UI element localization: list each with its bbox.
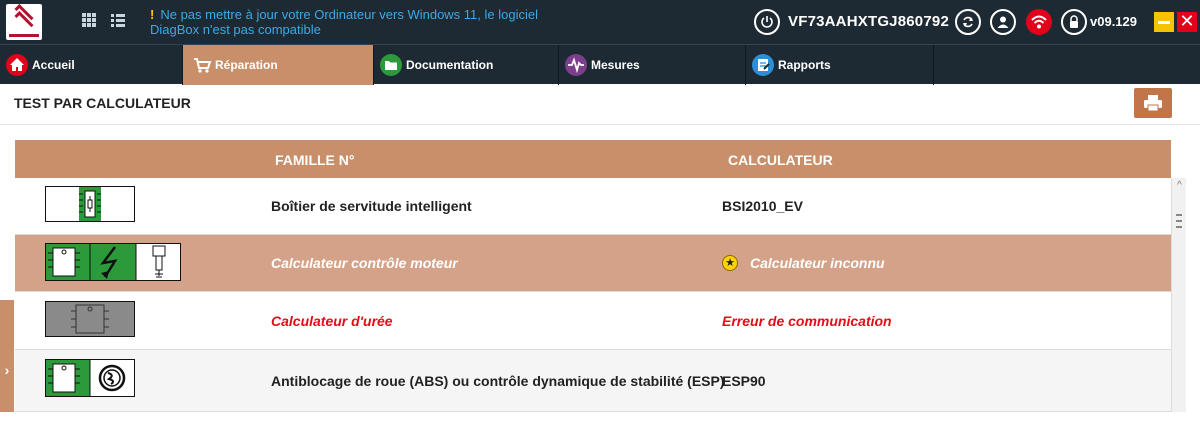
notice-text: Ne pas mettre à jour votre Ordinateur ve… <box>150 7 538 37</box>
tab-reparation[interactable]: Réparation <box>183 45 374 85</box>
tab-mesures[interactable]: Mesures <box>559 45 746 85</box>
user-icon[interactable] <box>990 9 1016 35</box>
waveform-icon <box>565 54 587 76</box>
calculateur-cell: BSI2010_EV <box>722 198 803 214</box>
scroll-up-arrow-icon[interactable]: ^ <box>1172 178 1187 194</box>
column-header-calculateur: CALCULATEUR <box>728 152 833 168</box>
table-row[interactable]: Antiblocage de roue (ABS) ou contrôle dy… <box>15 350 1171 412</box>
table-row[interactable]: Boîtier de servitude intelligent BSI2010… <box>15 178 1171 235</box>
software-version: v09.129 <box>1090 14 1137 29</box>
urea-ecu-icon <box>45 301 135 340</box>
power-icon[interactable] <box>754 9 780 35</box>
lock-icon[interactable] <box>1061 9 1087 35</box>
famille-cell: Calculateur d'urée <box>271 312 393 329</box>
vin-number: VF73AAHXTGJ860792 <box>788 13 949 30</box>
top-bar: ! Ne pas mettre à jour votre Ordinateur v… <box>0 0 1200 44</box>
calculateur-cell: Erreur de communication <box>722 312 892 329</box>
table-scrollbar[interactable]: ^ <box>1171 178 1186 412</box>
home-icon <box>6 54 28 76</box>
main-navigation: Accueil Réparation Documentation Mesures… <box>0 44 1200 85</box>
refresh-icon[interactable] <box>955 9 981 35</box>
table-row[interactable]: Calculateur d'urée Erreur de communicati… <box>15 292 1171 350</box>
grid-icon[interactable] <box>79 12 99 32</box>
minimize-button[interactable] <box>1154 12 1174 32</box>
report-icon <box>752 54 774 76</box>
warning-icon: ! <box>150 7 155 22</box>
printer-icon <box>1144 95 1162 112</box>
tab-accueil[interactable]: Accueil <box>0 45 183 85</box>
cart-icon <box>191 54 213 76</box>
folder-icon <box>380 54 402 76</box>
bsi-icon <box>45 186 135 225</box>
column-header-famille: FAMILLE N° <box>275 152 355 168</box>
tab-label: Mesures <box>591 58 640 72</box>
side-panel-toggle[interactable]: › <box>0 300 14 412</box>
close-button[interactable]: ✕ <box>1177 12 1197 32</box>
citroen-logo <box>6 3 42 40</box>
famille-cell: Antiblocage de roue (ABS) ou contrôle dy… <box>271 372 725 389</box>
table-header: FAMILLE N° CALCULATEUR <box>15 140 1171 178</box>
scroll-thumb[interactable] <box>1176 214 1182 228</box>
tab-rapports[interactable]: Rapports <box>746 45 934 85</box>
tab-label: Accueil <box>32 58 75 72</box>
abs-esp-icon <box>45 359 135 400</box>
page-title: TEST PAR CALCULATEUR <box>14 95 191 111</box>
ecu-table: FAMILLE N° CALCULATEUR Boîtier de servit… <box>15 140 1171 412</box>
windows-notice: ! Ne pas mettre à jour votre Ordinateur v… <box>150 7 570 37</box>
calculateur-cell: ★ Calculateur inconnu <box>722 235 885 291</box>
table-row[interactable]: Calculateur contrôle moteur ★ Calculateur… <box>15 235 1171 292</box>
engine-ecu-icon <box>45 243 181 284</box>
calculateur-text: Calculateur inconnu <box>750 255 885 271</box>
wifi-icon[interactable] <box>1026 9 1052 35</box>
star-icon: ★ <box>722 255 738 271</box>
tab-label: Documentation <box>406 58 494 72</box>
tab-label: Réparation <box>215 58 278 72</box>
tab-label: Rapports <box>778 58 831 72</box>
tab-documentation[interactable]: Documentation <box>374 45 559 85</box>
print-button[interactable] <box>1134 88 1172 118</box>
list-icon[interactable] <box>108 12 128 32</box>
famille-cell: Boîtier de servitude intelligent <box>271 198 472 214</box>
header-divider <box>0 124 1200 125</box>
calculateur-cell: ESP90 <box>722 372 766 389</box>
famille-cell: Calculateur contrôle moteur <box>271 255 458 271</box>
